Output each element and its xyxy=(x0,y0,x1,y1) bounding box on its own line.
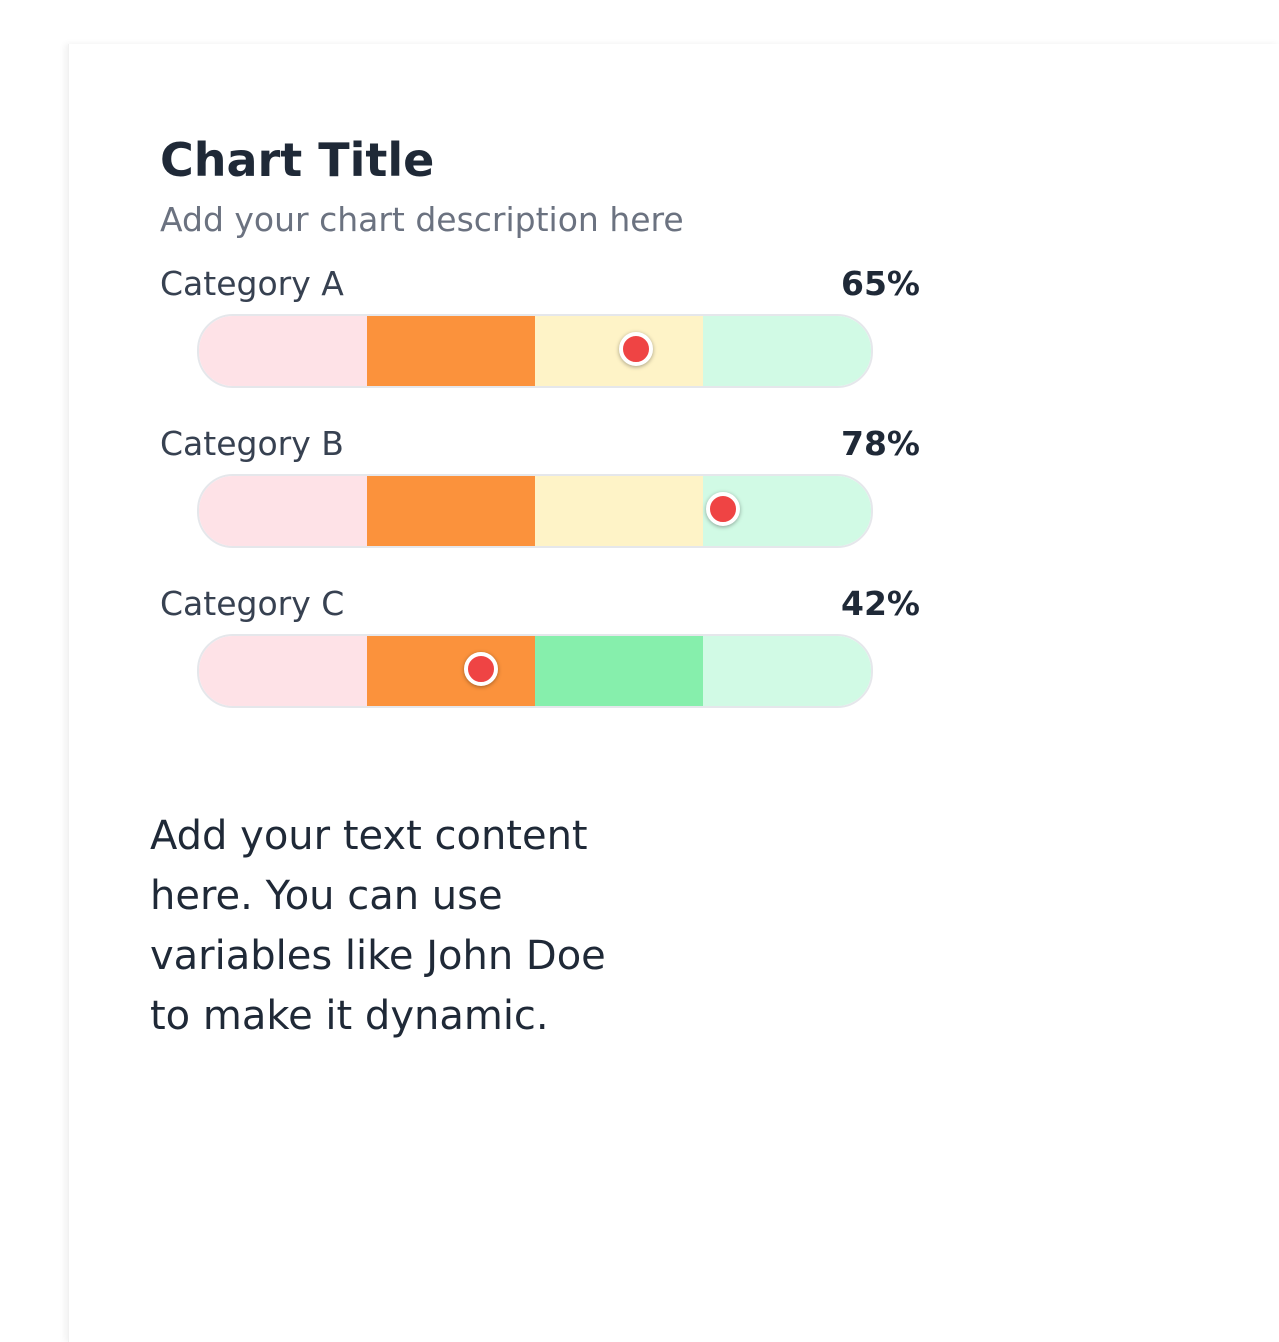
chart-row: Category B 78% xyxy=(160,422,920,582)
row-header: Category C 42% xyxy=(160,582,920,626)
chart-row: Category A 65% xyxy=(160,262,920,422)
chart-description: Add your chart description here xyxy=(160,200,684,239)
range-band xyxy=(367,636,535,706)
value-label: 65% xyxy=(841,264,920,303)
chart-card: Chart Title Add your chart description h… xyxy=(160,132,920,742)
range-band xyxy=(703,636,871,706)
chart-title: Chart Title xyxy=(160,133,435,187)
row-header: Category A 65% xyxy=(160,262,920,306)
range-band xyxy=(199,476,367,546)
value-marker xyxy=(464,652,499,686)
chart-row: Category C 42% xyxy=(160,582,920,742)
category-label: Category B xyxy=(160,424,344,463)
chart-rows: Category A 65% Category B 78% Category C 42% xyxy=(160,262,920,742)
value-label: 78% xyxy=(841,424,920,463)
page-canvas: Chart Title Add your chart description h… xyxy=(68,44,1279,1342)
value-label: 42% xyxy=(841,584,920,623)
range-band xyxy=(367,476,535,546)
value-marker xyxy=(706,492,741,526)
row-header: Category B 78% xyxy=(160,422,920,466)
range-track xyxy=(197,314,873,388)
range-band xyxy=(535,476,703,546)
range-band xyxy=(703,316,871,386)
range-track xyxy=(197,474,873,548)
body-text: Add your text content here. You can use … xyxy=(150,813,606,1039)
range-band xyxy=(535,636,703,706)
range-band xyxy=(199,316,367,386)
range-band xyxy=(367,316,535,386)
category-label: Category A xyxy=(160,264,344,303)
value-marker xyxy=(618,332,653,366)
category-label: Category C xyxy=(160,584,345,623)
range-track xyxy=(197,634,873,708)
range-band xyxy=(199,636,367,706)
